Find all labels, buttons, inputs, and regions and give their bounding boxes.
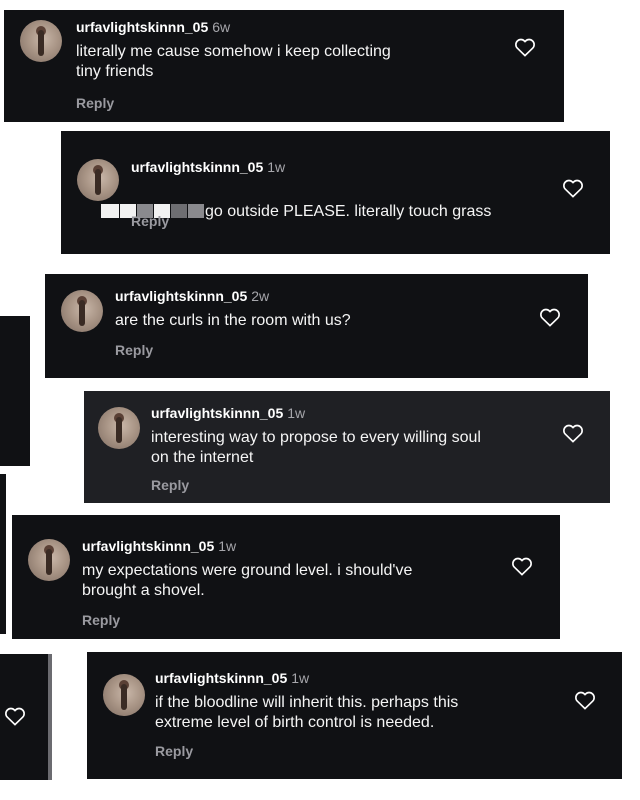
avatar[interactable]	[103, 674, 145, 716]
heart-outline-icon[interactable]	[562, 178, 584, 198]
heart-outline-icon[interactable]	[562, 423, 584, 443]
comment-card: urfavlightskinnn_05 1w go outside PLEASE.…	[61, 131, 610, 254]
comment-meta: urfavlightskinnn_05 1w	[82, 538, 236, 554]
heart-outline-icon[interactable]	[4, 706, 26, 726]
comment-meta: urfavlightskinnn_05 6w	[76, 19, 230, 35]
heart-outline-icon[interactable]	[574, 690, 596, 710]
avatar[interactable]	[28, 539, 70, 581]
username[interactable]: urfavlightskinnn_05	[151, 405, 283, 421]
timestamp: 6w	[212, 19, 231, 35]
username[interactable]: urfavlightskinnn_05	[131, 159, 263, 175]
heart-outline-icon[interactable]	[514, 37, 536, 57]
username[interactable]: urfavlightskinnn_05	[82, 538, 214, 554]
edge-card-fragment	[0, 474, 6, 634]
comment-meta: urfavlightskinnn_05 1w	[131, 159, 285, 175]
avatar[interactable]	[20, 20, 62, 62]
comment-text: are the curls in the room with us?	[115, 312, 351, 329]
reply-button[interactable]: Reply	[131, 213, 169, 229]
avatar[interactable]	[98, 407, 140, 449]
timestamp: 1w	[218, 538, 237, 554]
reply-button[interactable]: Reply	[76, 95, 114, 111]
comment-text: literally me cause somehow i keep collec…	[76, 43, 391, 80]
comment-meta: urfavlightskinnn_05 1w	[155, 670, 309, 686]
reply-button[interactable]: Reply	[82, 612, 120, 628]
timestamp: 1w	[287, 405, 306, 421]
comment-meta: urfavlightskinnn_05 2w	[115, 288, 269, 304]
username[interactable]: urfavlightskinnn_05	[115, 288, 247, 304]
comment-card: urfavlightskinnn_05 6w literally me cause…	[4, 10, 564, 122]
username[interactable]: urfavlightskinnn_05	[76, 19, 208, 35]
comment-meta: urfavlightskinnn_05 1w	[151, 405, 305, 421]
comment-card: urfavlightskinnn_05 1w my expectations we…	[12, 515, 560, 639]
avatar[interactable]	[61, 290, 103, 332]
heart-outline-icon[interactable]	[539, 307, 561, 327]
heart-outline-icon[interactable]	[511, 556, 533, 576]
timestamp: 2w	[251, 288, 270, 304]
comment-card: urfavlightskinnn_05 1w interesting way to…	[84, 391, 610, 503]
username[interactable]: urfavlightskinnn_05	[155, 670, 287, 686]
edge-card-fragment	[0, 316, 30, 466]
timestamp: 1w	[291, 670, 310, 686]
reply-button[interactable]: Reply	[151, 477, 189, 493]
comment-text: interesting way to propose to every will…	[151, 429, 481, 466]
comment-text-body: go outside PLEASE. literally touch grass	[205, 203, 492, 220]
comment-text: go outside PLEASE. literally touch grass	[101, 182, 581, 224]
comment-text: my expectations were ground level. i sho…	[82, 562, 413, 599]
reply-button[interactable]: Reply	[155, 743, 193, 759]
comment-card: urfavlightskinnn_05 1w if the bloodline w…	[87, 652, 622, 779]
reply-button[interactable]: Reply	[115, 342, 153, 358]
comment-card: urfavlightskinnn_05 2w are the curls in t…	[45, 274, 588, 378]
comment-text: if the bloodline will inherit this. perh…	[155, 694, 459, 731]
timestamp: 1w	[267, 159, 286, 175]
